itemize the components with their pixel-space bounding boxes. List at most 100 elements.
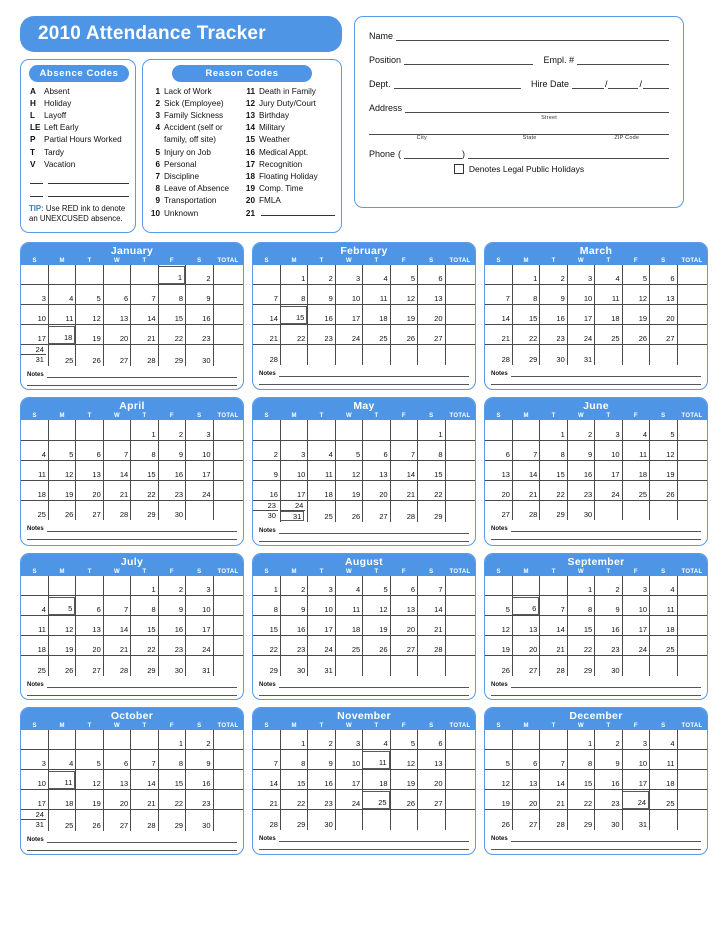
day-cell[interactable]: 28 [511, 499, 541, 521]
absence-blank-code-field[interactable] [30, 190, 43, 197]
day-cell[interactable]: 9 [594, 749, 623, 771]
day-cell[interactable]: 8 [130, 439, 159, 461]
day-cell[interactable]: 19 [621, 304, 651, 326]
day-cell[interactable]: 17 [21, 324, 49, 346]
day-cell[interactable]: 19 [485, 789, 513, 811]
day-cell[interactable]: 30 [185, 809, 214, 832]
day-cell[interactable] [485, 420, 513, 441]
week-total-cell[interactable] [676, 595, 707, 617]
day-cell[interactable]: 3 [334, 264, 364, 286]
day-cell[interactable]: 16 [566, 459, 596, 481]
day-cell[interactable]: 7 [511, 439, 541, 461]
day-cell[interactable]: 29 [157, 344, 187, 367]
day-cell[interactable]: 10 [185, 595, 214, 617]
day-cell[interactable]: 13 [511, 615, 541, 637]
day-cell[interactable]: 24 [185, 635, 214, 657]
day-cell[interactable] [47, 575, 77, 597]
day-cell[interactable]: 29 [566, 655, 596, 676]
day-cell[interactable]: 27 [75, 499, 104, 521]
day-cell[interactable]: 27 [511, 809, 541, 830]
week-total-cell[interactable] [444, 324, 475, 346]
day-cell[interactable]: 28 [102, 499, 132, 521]
day-cell[interactable] [649, 499, 678, 521]
day-cell[interactable]: 21 [102, 479, 132, 501]
day-cell[interactable]: 5 [621, 264, 651, 286]
day-cell[interactable]: 9 [185, 749, 214, 771]
day-cell[interactable]: 18 [307, 479, 336, 501]
day-cell[interactable]: 2 [157, 420, 187, 441]
day-cell[interactable]: 30 [594, 655, 623, 676]
day-cell[interactable]: 22 [417, 479, 446, 501]
day-cell[interactable]: 12 [389, 284, 419, 306]
day-cell[interactable]: 18 [649, 615, 678, 637]
day-cell[interactable]: 12 [47, 615, 77, 637]
day-cell[interactable] [21, 420, 49, 441]
day-cell[interactable] [21, 575, 49, 597]
day-cell[interactable] [253, 264, 281, 286]
day-cell[interactable] [334, 809, 364, 830]
day-cell[interactable]: 25 [649, 635, 678, 657]
day-cell[interactable]: 7 [130, 284, 159, 306]
day-cell[interactable]: 21 [389, 479, 419, 501]
week-total-cell[interactable] [212, 304, 243, 326]
day-cell[interactable]: 2 [157, 575, 187, 597]
day-cell[interactable]: 1 [566, 729, 596, 751]
day-cell[interactable]: 25 [21, 499, 49, 521]
day-cell[interactable]: 6 [75, 595, 104, 617]
notes-field[interactable] [510, 524, 701, 533]
day-cell[interactable]: 22 [130, 479, 159, 501]
day-cell[interactable]: 24 [307, 635, 336, 657]
day-cell[interactable]: 30 [539, 344, 568, 365]
day-cell[interactable]: 15 [417, 459, 446, 481]
day-cell[interactable]: 20 [417, 304, 446, 326]
day-cell[interactable]: 1 [279, 264, 309, 286]
day-cell[interactable]: 15 [157, 769, 187, 791]
day-cell[interactable]: 6 [75, 439, 104, 461]
day-cell[interactable]: 6 [417, 264, 446, 286]
day-cell[interactable]: 13 [102, 304, 132, 326]
day-cell[interactable] [485, 575, 513, 597]
day-cell[interactable]: 1 [157, 729, 187, 751]
week-total-cell[interactable] [444, 264, 475, 286]
day-cell[interactable] [594, 344, 623, 365]
day-cell[interactable]: 18 [21, 479, 49, 501]
day-cell[interactable]: 7 [102, 439, 132, 461]
week-total-cell[interactable] [676, 479, 707, 501]
day-cell[interactable]: 12 [75, 304, 104, 326]
notes-field-second-line[interactable] [259, 848, 469, 850]
day-cell[interactable]: 15 [566, 615, 596, 637]
day-cell[interactable]: 18 [621, 459, 651, 481]
day-cell[interactable] [21, 264, 49, 286]
day-cell[interactable]: 13 [485, 459, 513, 481]
day-cell[interactable]: 3 [594, 420, 623, 441]
day-cell[interactable] [539, 729, 568, 751]
day-cell[interactable]: 26 [621, 324, 651, 346]
day-cell[interactable] [649, 344, 678, 365]
day-cell[interactable]: 11 [47, 769, 77, 791]
day-cell[interactable]: 22 [566, 789, 596, 811]
week-total-cell[interactable] [444, 729, 475, 751]
day-cell[interactable]: 7 [539, 595, 568, 617]
day-cell[interactable]: 14 [417, 595, 446, 617]
week-total-cell[interactable] [676, 729, 707, 751]
day-cell[interactable] [130, 729, 159, 751]
day-cell[interactable]: 4 [362, 264, 391, 286]
week-total-cell[interactable] [676, 420, 707, 441]
day-cell[interactable]: 8 [566, 595, 596, 617]
day-cell[interactable]: 17 [185, 615, 214, 637]
day-cell[interactable]: 1 [130, 575, 159, 597]
day-cell[interactable]: 3 [21, 284, 49, 306]
day-cell[interactable]: 6 [417, 729, 446, 751]
day-cell[interactable]: 11 [334, 595, 364, 617]
day-cell[interactable]: 21 [253, 324, 281, 346]
day-cell[interactable] [389, 420, 419, 441]
day-cell[interactable]: 11 [649, 595, 678, 617]
day-cell[interactable]: 30 [566, 499, 596, 521]
day-cell[interactable]: 2 [594, 729, 623, 751]
day-cell[interactable]: 23 [307, 789, 336, 811]
day-cell[interactable]: 3 [185, 575, 214, 597]
day-cell[interactable]: 23 [594, 635, 623, 657]
day-cell[interactable] [75, 575, 104, 597]
notes-field[interactable] [46, 835, 237, 844]
day-cell[interactable]: 5 [485, 749, 513, 771]
